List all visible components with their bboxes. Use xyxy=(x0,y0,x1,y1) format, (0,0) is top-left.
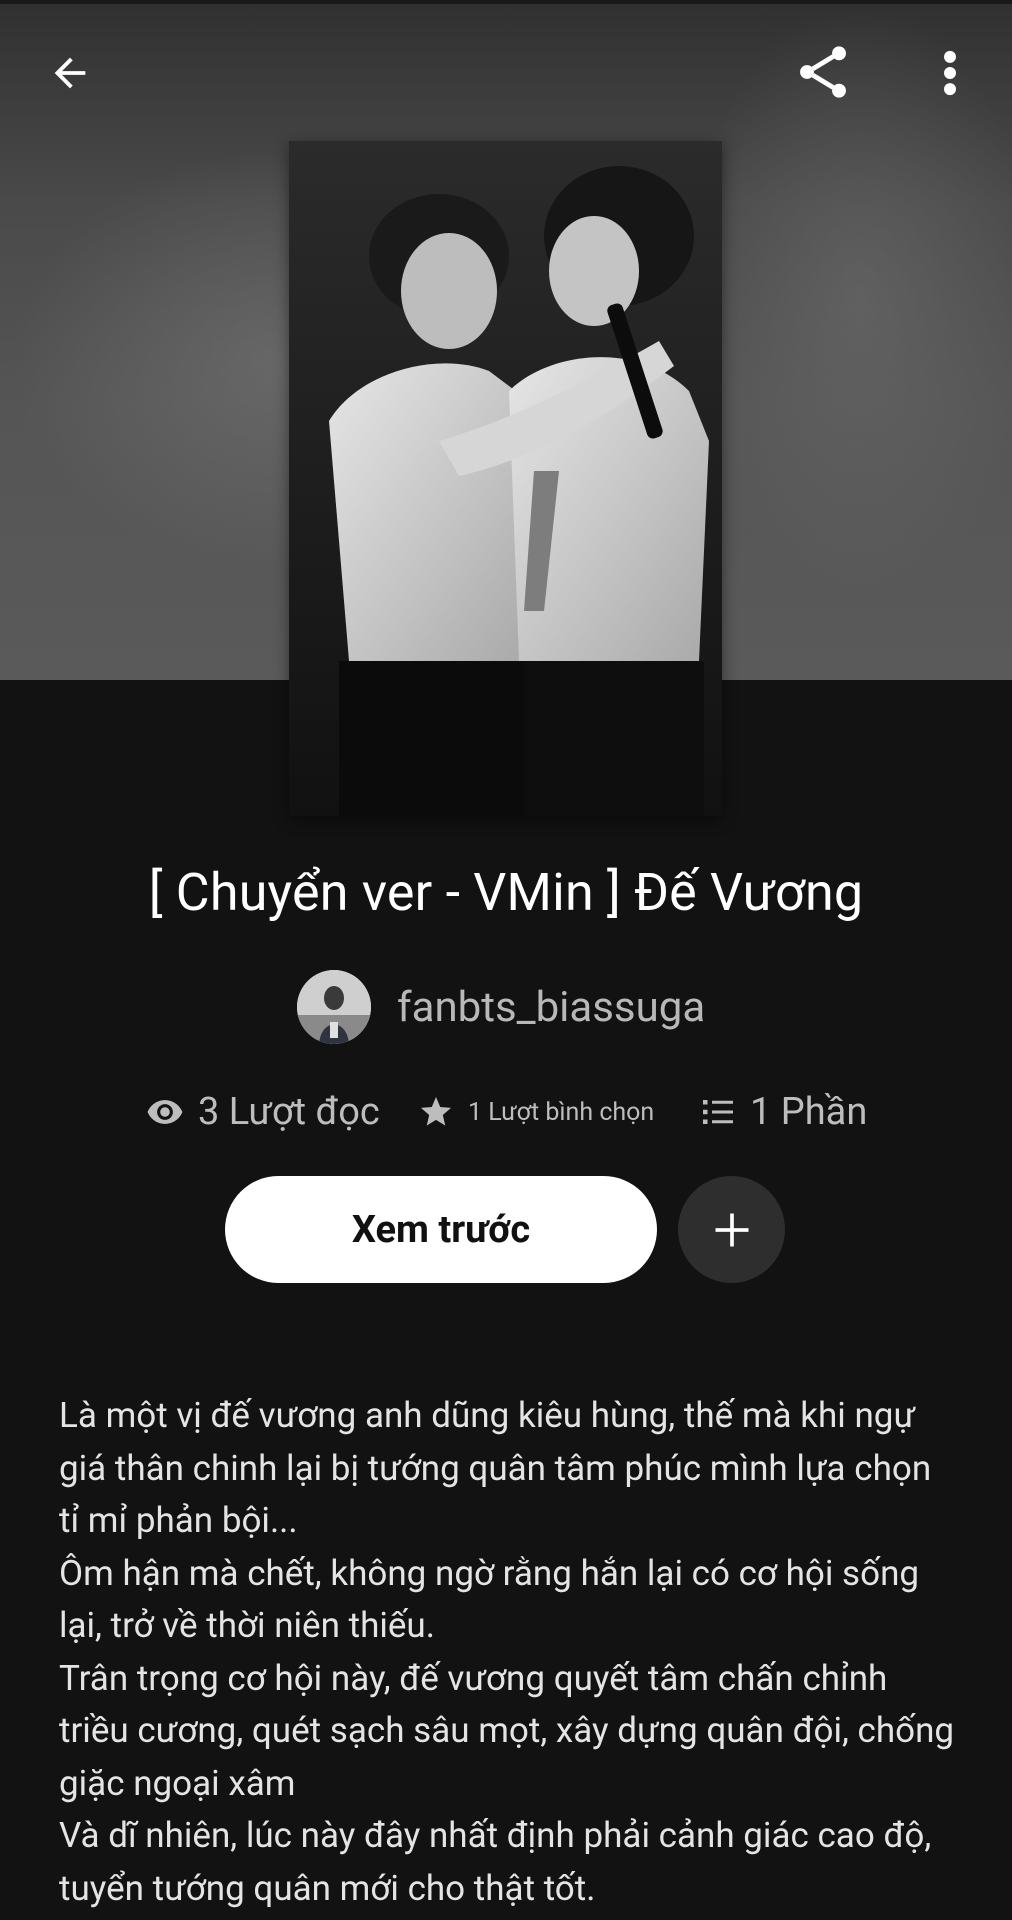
back-button[interactable] xyxy=(30,38,110,108)
more-options-button[interactable] xyxy=(920,38,980,108)
more-vertical-icon xyxy=(944,50,956,96)
reads-count: 3 Lượt đọc xyxy=(198,1090,380,1134)
author-name[interactable]: fanbts_biassuga xyxy=(397,983,705,1032)
author-link[interactable]: fanbts_biassuga xyxy=(297,968,705,1046)
author-avatar[interactable] xyxy=(297,970,371,1044)
preview-button[interactable]: Xem trước xyxy=(225,1176,657,1283)
votes-stat: 1 Lượt bình chọn xyxy=(418,1094,654,1130)
story-cover-image[interactable] xyxy=(289,141,722,816)
eye-icon xyxy=(147,1100,183,1124)
story-stats: 3 Lượt đọc 1 Lượt bình chọn 1 Phần xyxy=(0,1082,1012,1146)
arrow-left-icon xyxy=(54,57,86,89)
description-line: Và dĩ nhiên, lúc này đây nhất định phải … xyxy=(59,1815,932,1909)
story-title: [ Chuyển ver - VMin ] Đế Vương xyxy=(148,862,864,923)
parts-stat: 1 Phần xyxy=(700,1090,867,1134)
add-to-library-button[interactable] xyxy=(678,1176,785,1283)
cover-illustration xyxy=(289,141,722,816)
description-line: Trân trọng cơ hội này, đế vương quyết tâ… xyxy=(59,1657,955,1804)
plus-icon xyxy=(715,1213,748,1246)
share-button[interactable] xyxy=(780,32,866,112)
votes-count: 1 Lượt bình chọn xyxy=(468,1097,655,1127)
status-bar-edge xyxy=(0,0,1012,4)
share-icon xyxy=(800,46,846,98)
description-line: Là một vị đế vương anh dũng kiêu hùng, t… xyxy=(59,1395,932,1541)
list-icon xyxy=(703,1100,733,1124)
star-icon xyxy=(421,1097,451,1126)
parts-count: 1 Phần xyxy=(750,1090,868,1134)
description-line: Ôm hận mà chết, không ngờ rằng hắn lại c… xyxy=(59,1552,920,1647)
reads-stat: 3 Lượt đọc xyxy=(146,1090,380,1134)
avatar-image xyxy=(297,970,371,1044)
story-description: Là một vị đế vương anh dũng kiêu hùng, t… xyxy=(59,1390,959,1915)
